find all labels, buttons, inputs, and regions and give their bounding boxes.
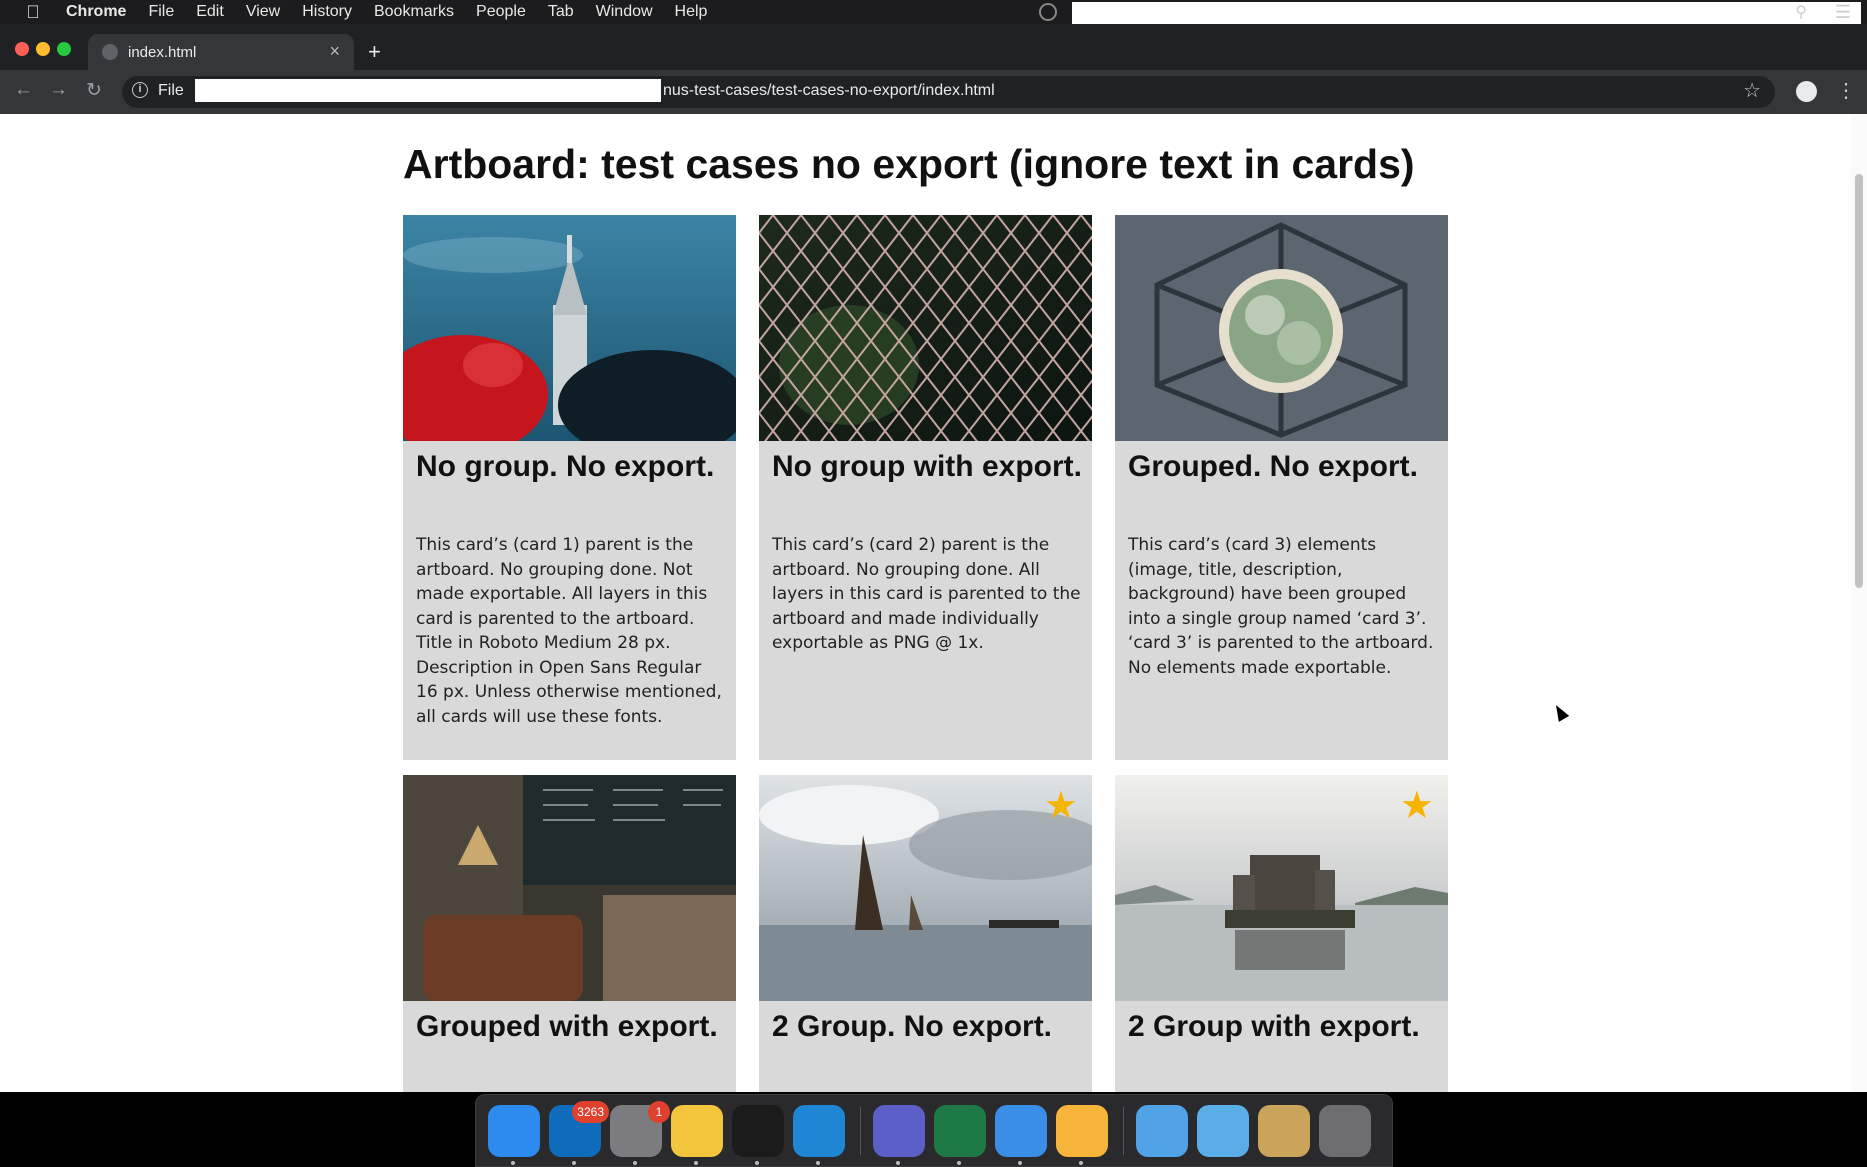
reload-icon[interactable]: ↻ <box>86 79 102 102</box>
running-indicator <box>572 1161 576 1165</box>
teams-icon[interactable] <box>873 1105 925 1165</box>
menu-edit[interactable]: Edit <box>196 3 224 21</box>
sailboats-sea-photo: ★ <box>759 775 1092 1001</box>
address-url[interactable]: nus-test-cases/test-cases-no-export/inde… <box>663 82 995 100</box>
close-window-button[interactable] <box>15 42 29 56</box>
card-description: This card’s (card 2) parent is the artbo… <box>772 535 1081 653</box>
page-viewport: Artboard: test cases no export (ignore t… <box>0 114 1867 1092</box>
tab-title: index.html <box>128 44 197 61</box>
star-icon: ★ <box>1399 785 1434 827</box>
menu-view[interactable]: View <box>246 3 280 21</box>
browser-tab[interactable]: index.html × <box>88 34 354 70</box>
menu-window[interactable]: Window <box>596 3 653 21</box>
running-indicator <box>511 1161 515 1165</box>
menu-tab[interactable]: Tab <box>548 3 574 21</box>
vscode-icon[interactable] <box>793 1105 845 1165</box>
trash-icon[interactable] <box>1319 1105 1371 1157</box>
apple-logo-icon[interactable]:  <box>18 2 48 23</box>
menu-people[interactable]: People <box>476 3 526 21</box>
card-5: ★ 2 Group. No export. <box>759 775 1092 1092</box>
mouse-cursor-icon <box>1550 702 1570 722</box>
spotlight-icon[interactable]: ⚲ <box>1795 2 1807 22</box>
card-title: Grouped. No export. <box>1128 450 1419 483</box>
card-title: 2 Group with export. <box>1128 1010 1420 1043</box>
card-description: This card’s (card 1) parent is the artbo… <box>416 535 722 727</box>
card-2: No group with export. This card’s (card … <box>759 215 1092 760</box>
card-description: This card’s (card 3) elements (image, ti… <box>1128 535 1434 678</box>
system-preferences-icon[interactable]: 1 <box>610 1101 670 1165</box>
zoom-window-button[interactable] <box>57 42 71 56</box>
system-preferences-badge: 1 <box>648 1101 670 1123</box>
card-title: Grouped with export. <box>416 1010 718 1043</box>
back-icon[interactable]: ← <box>14 79 33 101</box>
info-icon[interactable]: i <box>132 82 148 98</box>
running-indicator <box>957 1161 961 1165</box>
tab-strip: index.html × + <box>0 24 1867 70</box>
cafe-interior-photo <box>403 775 736 1001</box>
card-6: ★ 2 Group with export. <box>1115 775 1448 1092</box>
running-indicator <box>1018 1161 1022 1165</box>
menu-bookmarks[interactable]: Bookmarks <box>374 3 454 21</box>
running-indicator <box>755 1161 759 1165</box>
close-tab-icon[interactable]: × <box>329 41 340 62</box>
running-indicator <box>633 1161 637 1165</box>
card-title: No group. No export. <box>416 450 715 483</box>
macos-menu-bar:  Chrome File Edit View History Bookmark… <box>0 0 1867 36</box>
redacted-url-part <box>195 79 661 102</box>
star-icon: ★ <box>1043 785 1078 827</box>
card-title: No group with export. <box>772 450 1082 483</box>
running-indicator <box>816 1161 820 1165</box>
minimize-window-button[interactable] <box>36 42 50 56</box>
menu-history[interactable]: History <box>302 3 352 21</box>
card-title: 2 Group. No export. <box>772 1010 1053 1043</box>
globe-icon <box>102 44 118 60</box>
menu-bar-status-area: ⚲ ☰ <box>967 0 1867 36</box>
page-scrollbar[interactable] <box>1851 114 1867 1092</box>
notification-center-icon[interactable]: ☰ <box>1835 2 1851 23</box>
address-scheme: File <box>158 82 184 99</box>
running-indicator <box>896 1161 900 1165</box>
card-3: Grouped. No export. This card’s (card 3)… <box>1115 215 1448 760</box>
menu-kebab-icon[interactable]: ⋮ <box>1836 78 1856 103</box>
forward-icon[interactable]: → <box>49 79 68 101</box>
chrome-icon[interactable] <box>671 1105 723 1165</box>
status-search-icon[interactable] <box>1039 3 1057 21</box>
dock-separator <box>1123 1107 1124 1155</box>
macos-dock: 3263 1 <box>475 1094 1393 1167</box>
dock-separator <box>860 1107 861 1155</box>
archive-utility-icon[interactable] <box>1258 1105 1310 1157</box>
menu-chrome[interactable]: Chrome <box>66 3 126 21</box>
castle-tower-photo <box>403 215 736 441</box>
finder-icon[interactable] <box>488 1105 540 1165</box>
page-title: Artboard: test cases no export (ignore t… <box>403 141 1415 187</box>
chain-fence-photo <box>759 215 1092 441</box>
bookmark-star-icon[interactable]: ☆ <box>1743 78 1761 103</box>
running-indicator <box>1079 1161 1083 1165</box>
menu-help[interactable]: Help <box>675 3 708 21</box>
outlook-icon[interactable]: 3263 <box>549 1101 609 1165</box>
address-bar[interactable]: i File nus-test-cases/test-cases-no-expo… <box>122 76 1775 108</box>
castle-lake-photo: ★ <box>1115 775 1448 1001</box>
terminal-icon[interactable] <box>732 1105 784 1165</box>
sketch-icon[interactable] <box>1056 1105 1108 1165</box>
browser-toolbar: ← → ↻ i File nus-test-cases/test-cases-n… <box>0 70 1867 114</box>
fork-icon[interactable] <box>995 1105 1047 1165</box>
menu-file[interactable]: File <box>148 3 174 21</box>
profile-avatar-icon[interactable] <box>1796 81 1817 102</box>
card-1: No group. No export. This card’s (card 1… <box>403 215 736 760</box>
scrollbar-thumb[interactable] <box>1855 174 1863 588</box>
outlook-badge: 3263 <box>572 1101 609 1123</box>
card-4: Grouped with export. <box>403 775 736 1092</box>
applications-folder-icon[interactable] <box>1136 1105 1188 1157</box>
excel-icon[interactable] <box>934 1105 986 1165</box>
documents-folder-icon[interactable] <box>1197 1105 1249 1157</box>
new-tab-button[interactable]: + <box>368 39 381 65</box>
running-indicator <box>694 1161 698 1165</box>
cactus-pot-photo <box>1115 215 1448 441</box>
